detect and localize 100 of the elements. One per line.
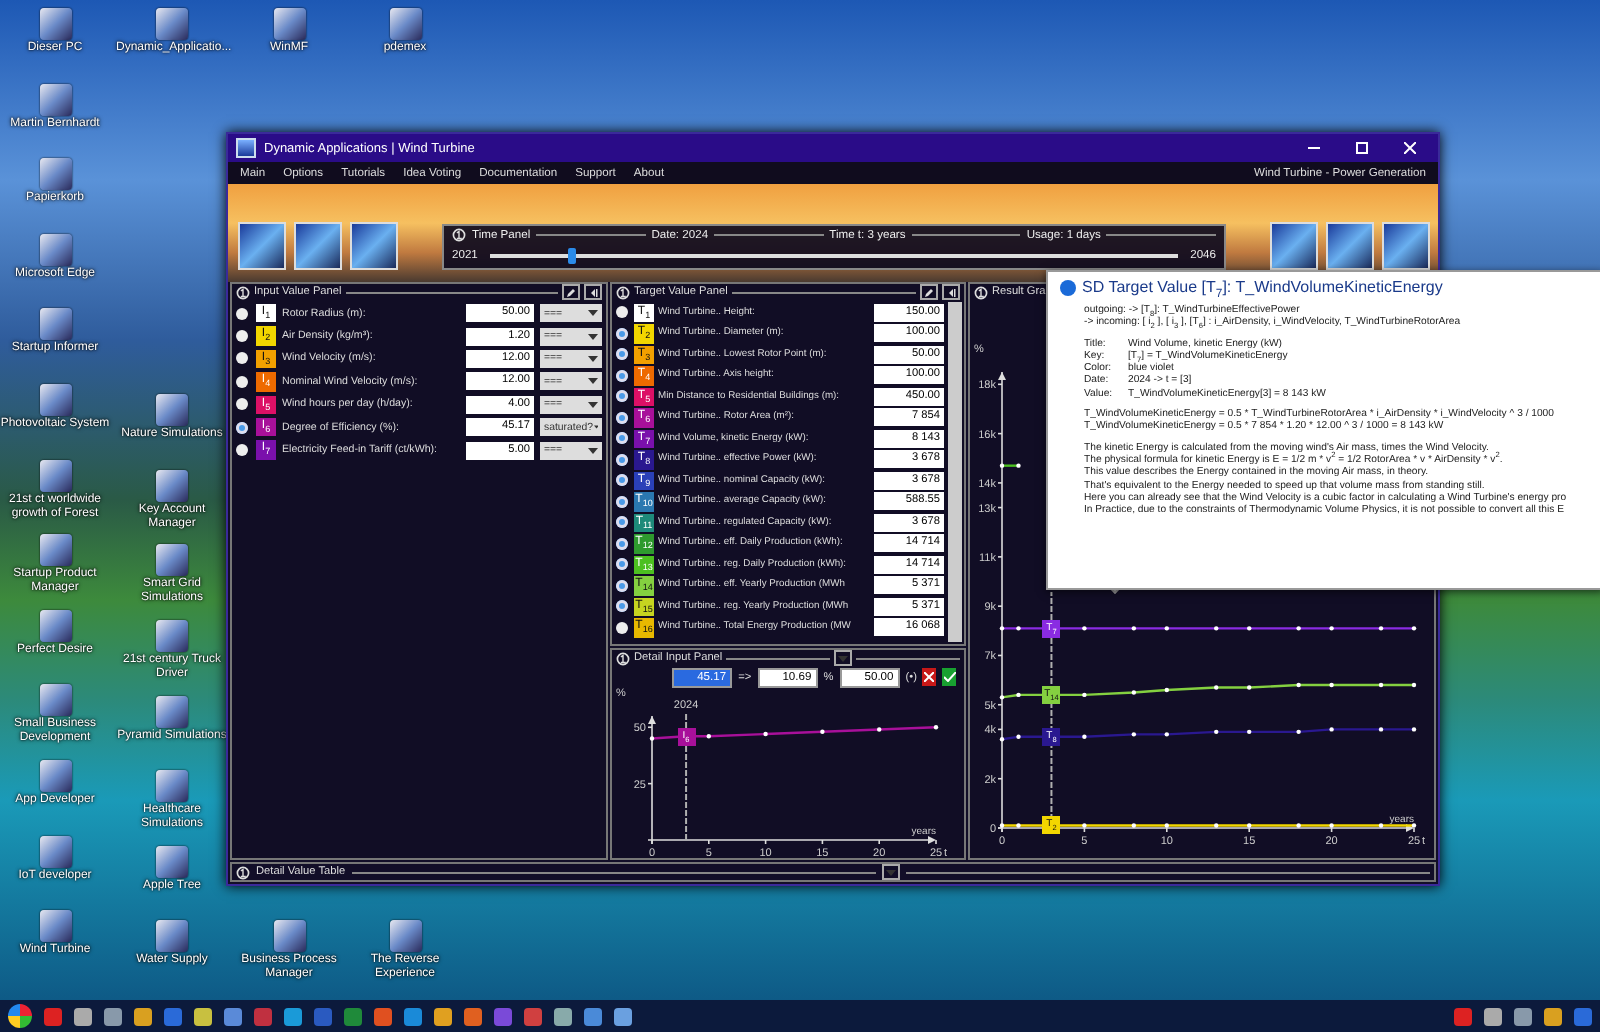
radio-button[interactable]	[616, 600, 628, 613]
cancel-button[interactable]	[922, 668, 937, 686]
radio-button[interactable]	[616, 411, 628, 424]
info-icon	[1060, 279, 1076, 295]
caret-icon	[588, 310, 598, 317]
tooltip-title: SD Target Value [T$_{7}$]: T_WindVolumeKineticEnergy	[1082, 278, 1443, 296]
data-point	[1214, 685, 1219, 690]
data-point	[1214, 823, 1219, 828]
thumbnail-photo[interactable]	[1270, 222, 1318, 270]
thumbnail-photo[interactable]	[1326, 222, 1374, 270]
shortcut-icon[interactable]	[39, 308, 71, 341]
collapse-button[interactable]	[834, 650, 853, 666]
data-point	[1411, 626, 1417, 631]
radio-button[interactable]	[616, 579, 628, 592]
panel-number-icon	[452, 228, 466, 242]
shortcut-icon[interactable]	[39, 459, 71, 492]
shortcut-icon[interactable]	[39, 910, 71, 943]
shortcut-icon[interactable]	[39, 8, 71, 40]
data-point	[1378, 727, 1384, 732]
data-point	[1329, 727, 1334, 732]
scrollbar[interactable]	[948, 302, 962, 642]
radio-button[interactable]	[616, 306, 628, 319]
shortcut-icon[interactable]	[156, 770, 188, 803]
radio-button[interactable]	[616, 495, 628, 508]
radio-button[interactable]	[616, 369, 628, 382]
radio-button[interactable]	[236, 398, 248, 411]
shortcut-icon[interactable]	[156, 845, 188, 878]
shortcut-icon[interactable]	[39, 233, 71, 266]
shortcut-icon[interactable]	[39, 158, 71, 191]
shortcut-icon[interactable]	[39, 534, 71, 567]
radio-button[interactable]	[236, 307, 248, 320]
radio-button[interactable]	[616, 516, 628, 529]
shortcut-icon[interactable]	[39, 83, 71, 116]
data-point	[1378, 682, 1384, 688]
panel-toggle-button[interactable]	[584, 284, 602, 300]
radio-button[interactable]	[236, 444, 248, 457]
panel-number-icon	[616, 285, 630, 299]
minimize-icon	[1308, 142, 1320, 154]
pencil-icon	[924, 287, 934, 297]
shortcut-icon[interactable]	[156, 8, 188, 40]
data-point	[763, 731, 768, 737]
shortcut-icon[interactable]	[273, 8, 305, 40]
expand-button[interactable]	[881, 864, 900, 880]
radio-button[interactable]	[616, 537, 628, 550]
radio-button[interactable]	[616, 558, 628, 571]
radio-button[interactable]	[616, 348, 628, 361]
shortcut-icon[interactable]	[39, 609, 71, 642]
radio-button[interactable]	[236, 352, 248, 365]
thumbnail-photo[interactable]	[238, 222, 286, 270]
radio-button[interactable]	[616, 432, 628, 445]
radio-button[interactable]	[616, 621, 628, 634]
slider-thumb[interactable]	[568, 247, 577, 263]
panel-toggle-button[interactable]	[942, 284, 960, 300]
data-point	[999, 823, 1005, 828]
shortcut-icon[interactable]	[156, 695, 188, 728]
data-point	[1214, 626, 1219, 631]
shortcut-icon[interactable]	[389, 8, 421, 40]
edit-button[interactable]	[920, 284, 938, 300]
data-point	[1247, 626, 1252, 631]
shortcut-icon[interactable]	[156, 544, 188, 577]
data-point	[1164, 732, 1169, 737]
shortcut-icon[interactable]	[39, 383, 71, 416]
shortcut-icon[interactable]	[389, 920, 421, 953]
radio-button[interactable]	[236, 421, 248, 434]
radio-button[interactable]	[616, 474, 628, 487]
data-point	[1296, 682, 1301, 688]
data-point	[877, 727, 882, 732]
caret-icon	[588, 378, 598, 385]
radio-button[interactable]	[616, 327, 628, 340]
data-point	[1164, 626, 1169, 631]
shortcut-icon[interactable]	[156, 620, 188, 653]
shortcut-icon[interactable]	[39, 759, 71, 792]
shortcut-icon[interactable]	[156, 920, 188, 953]
shortcut-icon[interactable]	[156, 469, 188, 502]
shortcut-icon[interactable]	[39, 835, 71, 868]
shortcut-icon[interactable]	[39, 684, 71, 717]
radio-button[interactable]	[616, 453, 628, 466]
thumbnail-photo[interactable]	[294, 222, 342, 270]
data-point	[1164, 823, 1169, 828]
radio-button[interactable]	[236, 330, 248, 343]
caret-icon	[838, 655, 849, 661]
time-cursor-line	[685, 711, 688, 841]
data-point	[1082, 823, 1087, 828]
data-point	[1164, 687, 1169, 693]
data-point	[1411, 727, 1417, 732]
data-point	[999, 626, 1005, 631]
shortcut-icon[interactable]	[273, 920, 305, 953]
radio-button[interactable]	[616, 390, 628, 403]
edit-button[interactable]	[562, 284, 580, 300]
data-point	[1016, 823, 1021, 828]
radio-button[interactable]	[236, 375, 248, 388]
panel-toggle-icon	[946, 287, 956, 297]
shortcut-icon[interactable]	[156, 394, 188, 427]
data-point	[1329, 626, 1334, 631]
thumbnail-photo[interactable]	[1382, 222, 1430, 270]
data-point	[1131, 626, 1137, 631]
thumbnail-photo[interactable]	[350, 222, 398, 270]
caret-icon	[588, 447, 598, 454]
start-button[interactable]	[8, 1004, 32, 1028]
data-point	[1378, 823, 1384, 828]
